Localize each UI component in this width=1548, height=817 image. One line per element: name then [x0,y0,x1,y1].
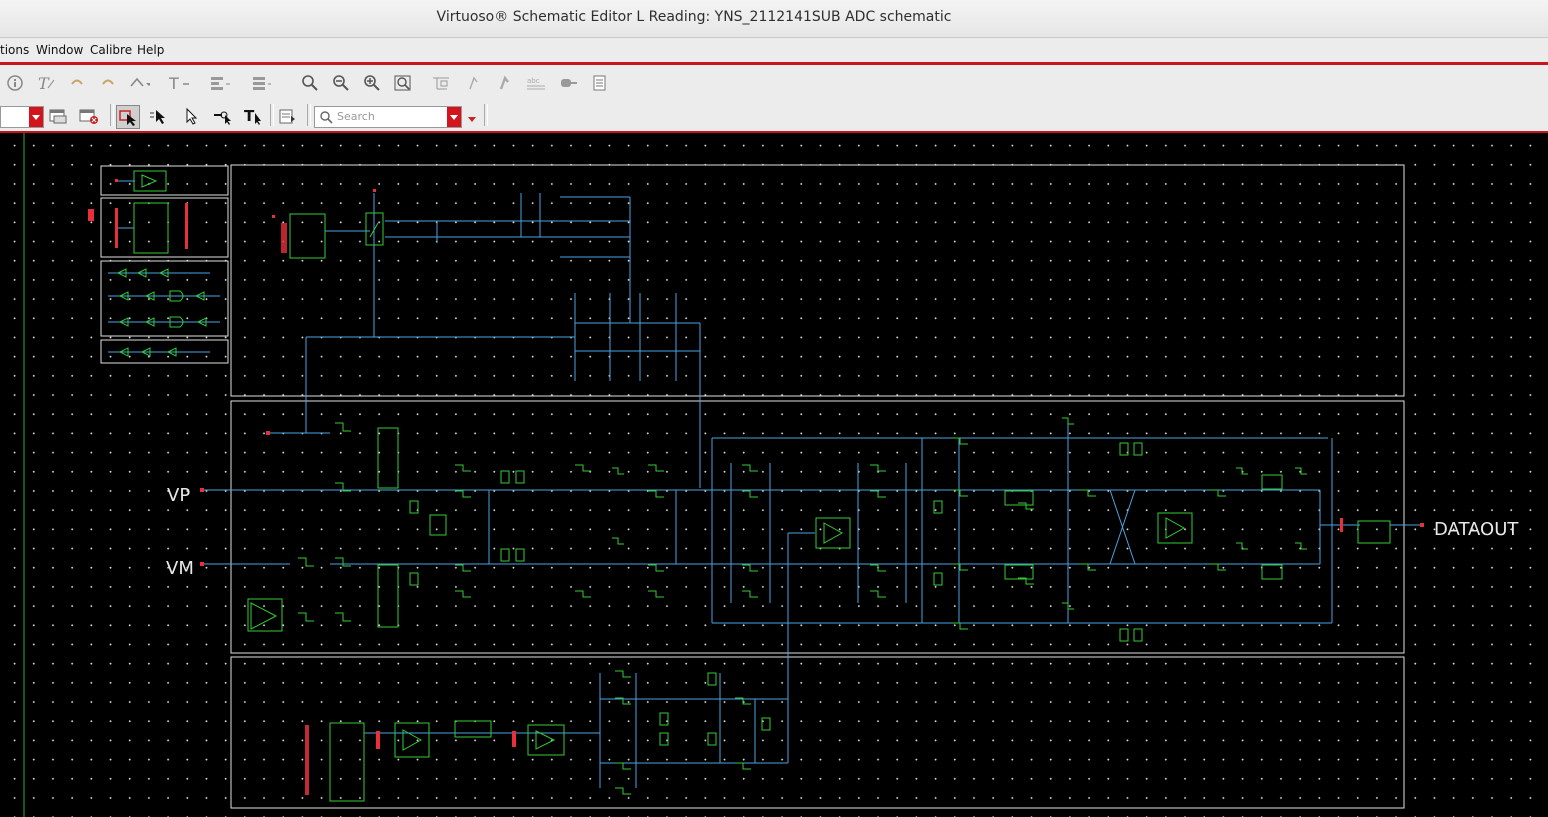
info-icon[interactable] [4,72,26,94]
text-icon[interactable]: T [35,72,57,94]
block-frames [100,164,1405,809]
pin-label-vp[interactable]: VP [167,485,190,506]
mid-block-wires [203,423,1422,763]
distribute-icon[interactable] [249,72,271,94]
menu-bar: tions Window Calibre Help [0,38,1548,62]
select-mode-icon[interactable] [116,105,140,129]
redo-icon[interactable] [97,72,119,94]
svg-text:T: T [244,107,255,125]
toolbar-separator [307,104,311,126]
top-block-wires [305,193,701,488]
zoom-out-icon[interactable] [330,72,352,94]
note-icon[interactable]: abc [525,72,547,94]
select-instance-icon[interactable] [212,105,234,127]
chevron-down-icon[interactable] [29,107,43,127]
svg-text:T: T [168,74,179,92]
pin-label-dataout[interactable]: DATAOUT [1434,519,1518,540]
toolbar-main: T T abc [0,65,1548,159]
stretch-icon[interactable] [128,72,150,94]
instance-icon[interactable] [588,72,610,94]
toolbar-separator [110,104,114,126]
ruler-icon[interactable] [430,72,452,94]
window-new-icon[interactable] [47,105,69,127]
mode-combo[interactable] [0,106,44,128]
title-bar: Virtuoso® Schematic Editor L Reading: YN… [0,0,1548,38]
align-icon[interactable] [208,72,230,94]
zoom-box-icon[interactable] [392,72,414,94]
menu-help[interactable]: Help [137,43,164,57]
toolbar-separator [270,104,274,126]
filter-icon[interactable] [277,105,299,127]
search-box[interactable]: Search [314,106,462,128]
window-title: Virtuoso® Schematic Editor L Reading: YN… [436,9,952,25]
search-icon [319,109,335,128]
wire-icon[interactable] [463,72,485,94]
toolbar-separator [484,104,488,126]
svg-text:T: T [38,74,50,92]
schematic-canvas[interactable]: VP VM DATAOUT [0,133,1548,817]
select-all-icon[interactable] [148,105,170,127]
menu-calibre[interactable]: Calibre [90,43,132,57]
select-text-icon[interactable]: T [243,105,265,127]
bus-icon[interactable] [494,72,516,94]
bottom-block-wires [364,673,788,788]
menu-window[interactable]: Window [36,43,83,57]
toolbar-select: T [0,101,1548,131]
pointer-icon[interactable] [180,105,202,127]
zoom-in-icon[interactable] [361,72,383,94]
window-close-icon[interactable] [78,105,100,127]
schematic-drawing [23,133,1424,817]
bottom-block-instances [329,670,771,802]
pin-markers [200,431,1424,566]
transistor-glyphs [298,417,1307,642]
label-icon[interactable]: T [167,72,189,94]
pin-icon[interactable] [557,72,579,94]
search-input[interactable]: Search [337,110,375,123]
zoom-fit-icon[interactable] [299,72,321,94]
menu-options[interactable]: tions [0,43,29,57]
svg-text:abc: abc [527,77,540,85]
mid-block-instances [247,512,1391,632]
chevron-down-icon[interactable] [447,107,461,127]
pin-label-vm[interactable]: VM [166,558,194,579]
undo-icon[interactable] [66,72,88,94]
chevron-down-icon[interactable] [466,110,478,129]
